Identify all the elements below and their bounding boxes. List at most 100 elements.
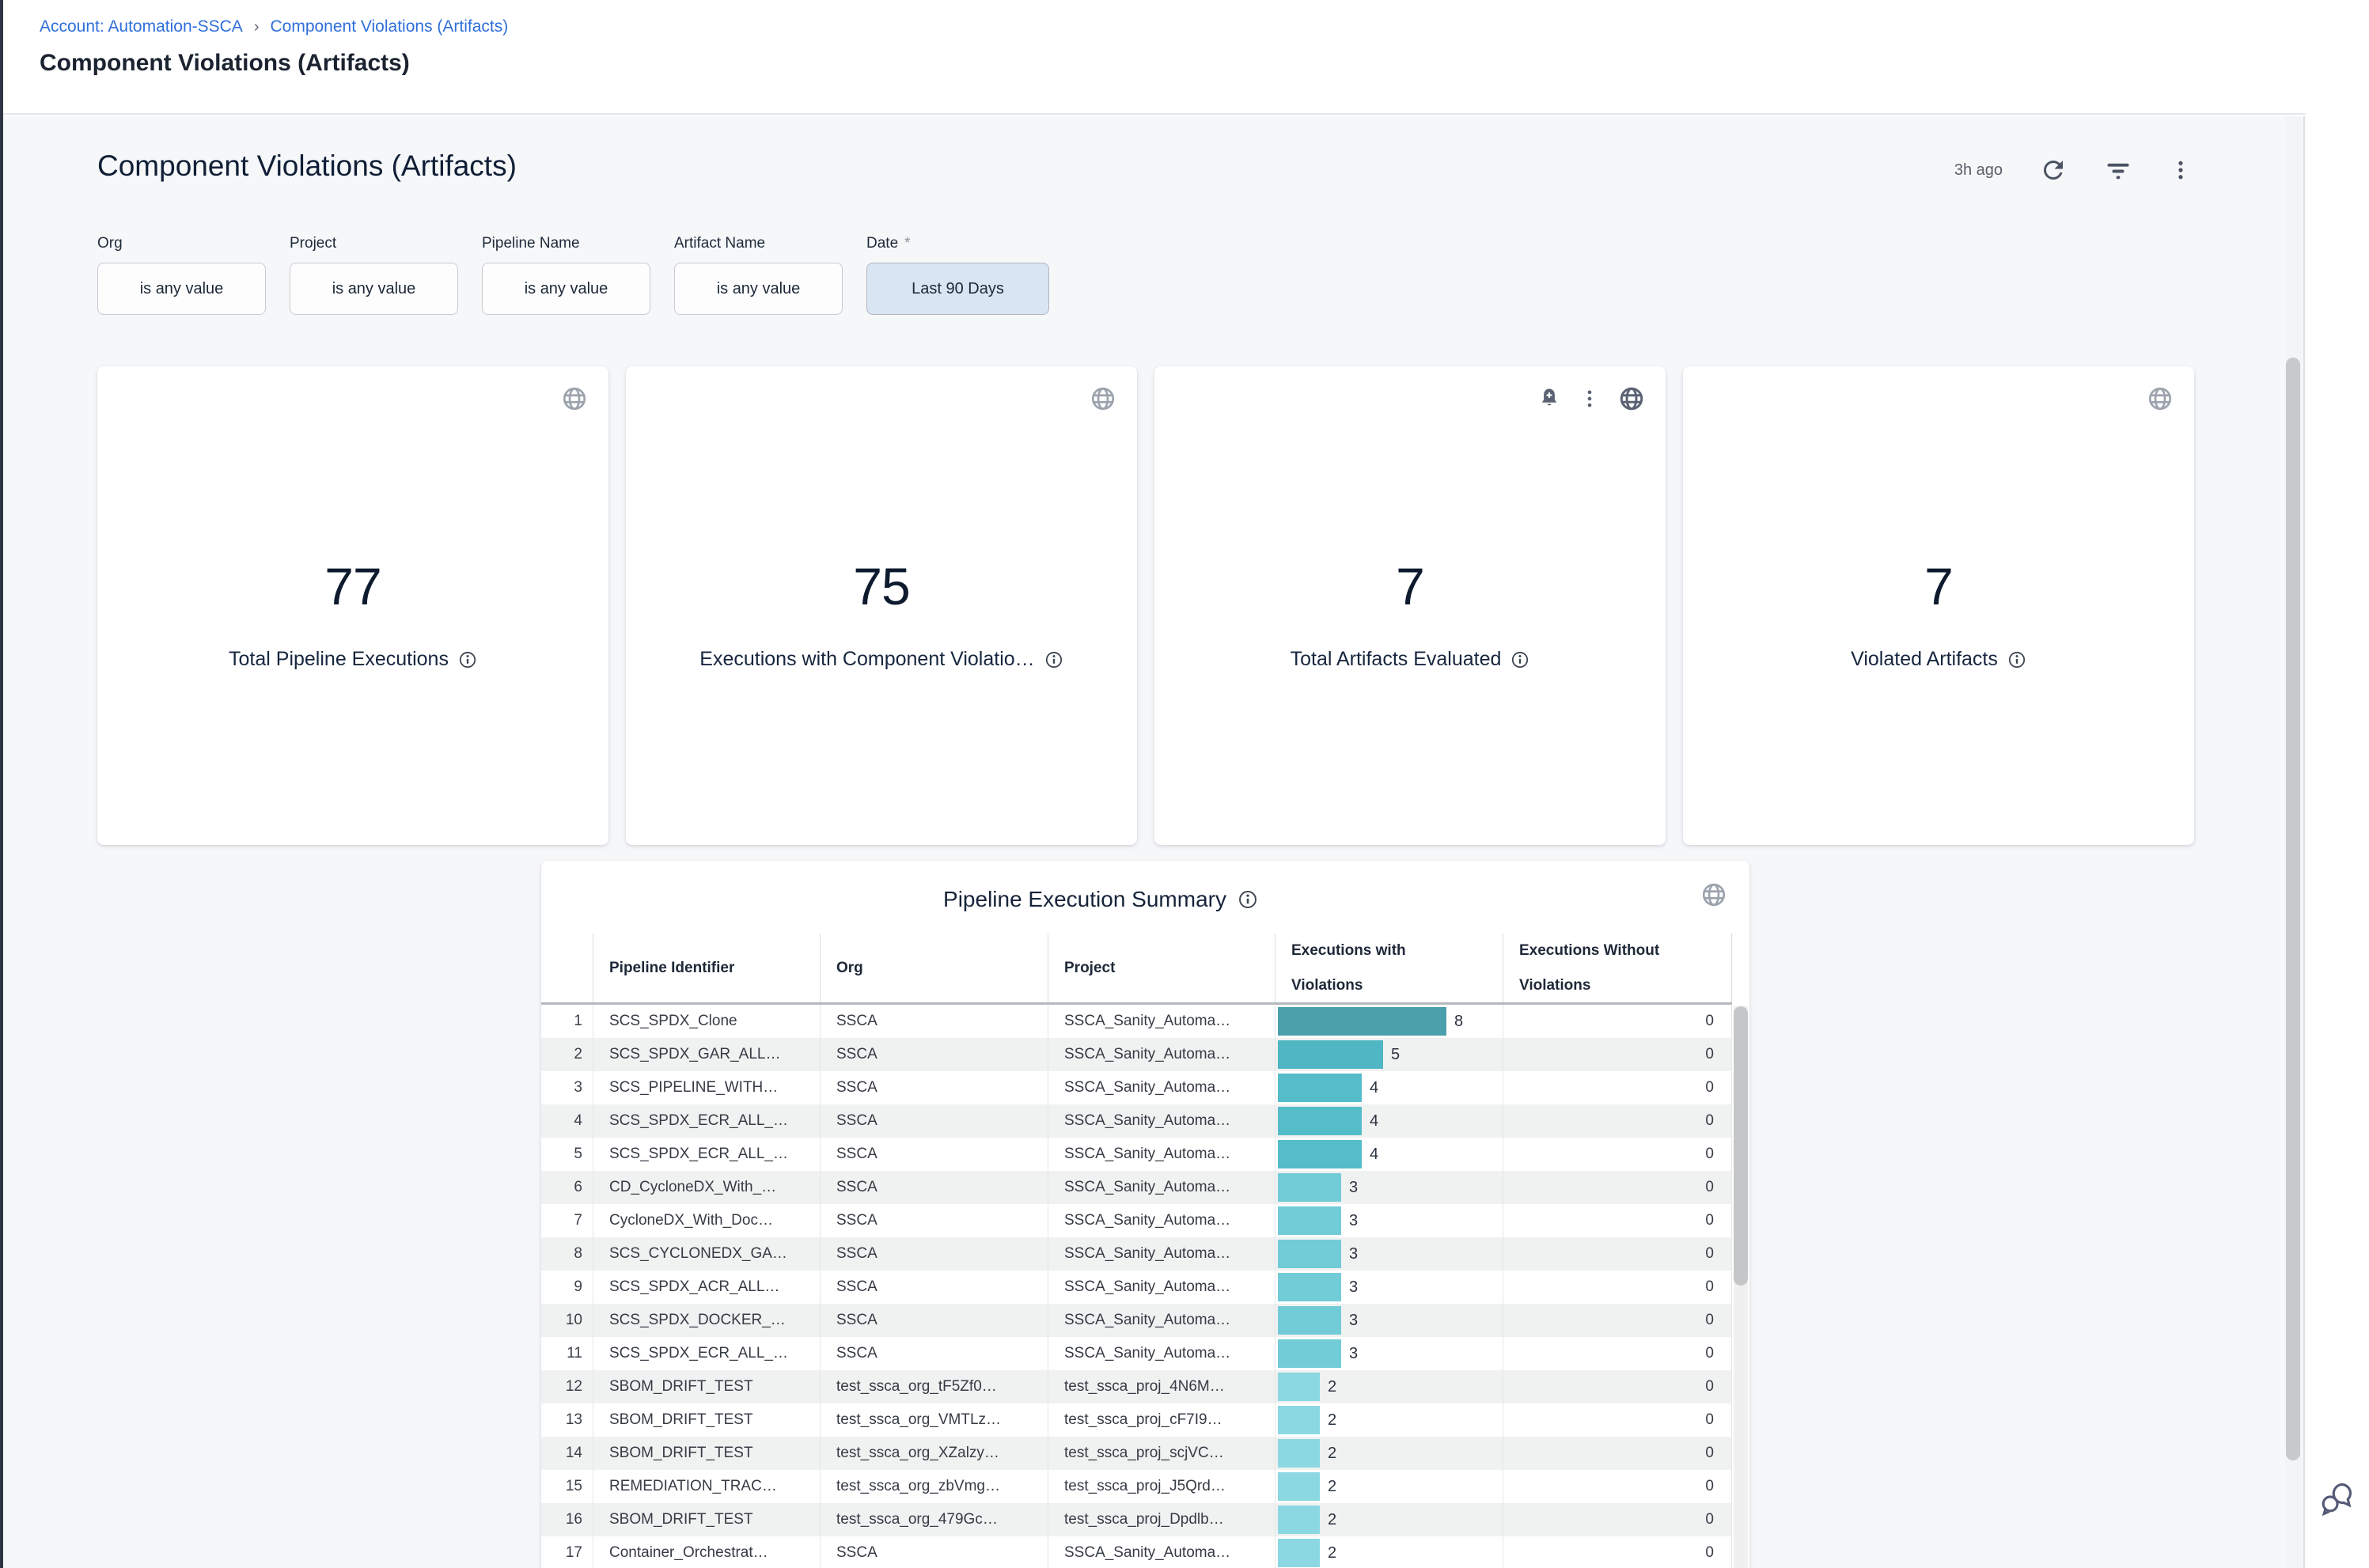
row-index: 15 [541,1470,593,1503]
column-header-executions-without-violations[interactable]: Executions Without Violations [1503,934,1732,1002]
cell-project: SSCA_Sanity_Automa… [1048,1038,1275,1071]
column-header-org[interactable]: Org [820,934,1048,1002]
cell-executions-without-violations: 0 [1503,1237,1732,1271]
filter-icon[interactable] [2104,156,2132,184]
filter-date-value-button[interactable]: Last 90 Days [866,263,1049,315]
globe-icon[interactable] [1700,881,1727,908]
required-asterisk: * [904,235,910,252]
kebab-menu-icon[interactable] [2169,158,2193,182]
violations-bar [1278,1373,1320,1401]
cell-executions-without-violations: 0 [1503,1370,1732,1403]
globe-icon[interactable] [1618,385,1645,412]
cell-org: test_ssca_org_VMTLz… [820,1403,1048,1437]
cell-org: SSCA [820,1204,1048,1237]
globe-icon[interactable] [561,385,588,412]
cell-pipeline-identifier: CD_CycloneDX_With_… [593,1171,820,1204]
table-scrollbar-thumb[interactable] [1734,1006,1748,1286]
stat-cards-row: 77 Total Pipeline Executions 75 Executio… [97,366,2194,845]
cell-pipeline-identifier: SCS_SPDX_DOCKER_… [593,1304,820,1337]
cell-pipeline-identifier: CycloneDX_With_Doc… [593,1204,820,1237]
filter-org: Org is any value [97,235,266,315]
filter-bar: Org is any value Project is any value Pi… [97,235,1049,315]
column-header-index [541,934,593,1002]
cell-executions-with-violations: 2 [1275,1370,1503,1403]
cell-executions-without-violations: 0 [1503,1204,1732,1237]
filter-pipeline-name-value-button[interactable]: is any value [482,263,650,315]
cell-executions-with-violations: 3 [1275,1271,1503,1304]
info-icon[interactable] [2007,650,2026,669]
breadcrumb-account-link[interactable]: Account: Automation-SSCA [40,17,243,36]
table-row: 11 SCS_SPDX_ECR_ALL_… SSCA SSCA_Sanity_A… [541,1337,1732,1370]
table-header-row: Pipeline Identifier Org Project Executio… [541,934,1732,1005]
cell-org: SSCA [820,1104,1048,1138]
stat-value: 75 [626,556,1137,616]
info-icon[interactable] [1044,650,1063,669]
collapsed-nav-strip [0,0,3,1568]
bell-plus-alert-icon[interactable] [1537,387,1561,411]
bar-value: 4 [1370,1138,1378,1171]
violations-bar [1278,1472,1320,1501]
page-scrollbar-thumb[interactable] [2286,358,2300,1460]
cell-org: SSCA [820,1237,1048,1271]
dashboard-title: Component Violations (Artifacts) [97,150,517,183]
filter-org-value-button[interactable]: is any value [97,263,266,315]
globe-icon[interactable] [2147,385,2174,412]
info-icon[interactable] [1510,650,1529,669]
cell-executions-with-violations: 3 [1275,1337,1503,1370]
filter-org-label: Org [97,235,123,252]
cell-pipeline-identifier: SCS_CYCLONEDX_GA… [593,1237,820,1271]
filter-date: Date* Last 90 Days [866,235,1049,315]
violations-bar [1278,1240,1341,1268]
cell-executions-with-violations: 2 [1275,1470,1503,1503]
bar-value: 3 [1349,1304,1358,1337]
cell-org: SSCA [820,1271,1048,1304]
filter-pipeline-name-label: Pipeline Name [482,235,580,252]
table-row: 15 REMEDIATION_TRAC… test_ssca_org_zbVmg… [541,1470,1732,1503]
violations-bar [1278,1539,1320,1567]
globe-icon[interactable] [1090,385,1116,412]
table-row: 6 CD_CycloneDX_With_… SSCA SSCA_Sanity_A… [541,1171,1732,1204]
cell-project: test_ssca_proj_Dpdlb… [1048,1503,1275,1536]
stat-card-violated-artifacts: 7 Violated Artifacts [1683,366,2194,845]
filter-project-label: Project [290,235,336,252]
table-row: 5 SCS_SPDX_ECR_ALL_… SSCA SSCA_Sanity_Au… [541,1138,1732,1171]
cell-org: test_ssca_org_XZalzy… [820,1437,1048,1470]
row-index: 17 [541,1536,593,1568]
filter-project-value-button[interactable]: is any value [290,263,458,315]
row-index: 2 [541,1038,593,1071]
cell-executions-without-violations: 0 [1503,1171,1732,1204]
cell-org: SSCA [820,1138,1048,1171]
row-index: 10 [541,1304,593,1337]
stat-value: 7 [1154,556,1666,616]
stat-card-total-artifacts-evaluated: 7 Total Artifacts Evaluated [1154,366,1666,845]
column-header-pipeline-identifier[interactable]: Pipeline Identifier [593,934,820,1002]
table-row: 3 SCS_PIPELINE_WITH… SSCA SSCA_Sanity_Au… [541,1071,1732,1104]
dashboard-panel: Component Violations (Artifacts) 3h ago … [3,116,2305,1568]
row-index: 12 [541,1370,593,1403]
info-icon[interactable] [458,650,477,669]
table-row: 10 SCS_SPDX_DOCKER_… SSCA SSCA_Sanity_Au… [541,1304,1732,1337]
cell-project: SSCA_Sanity_Automa… [1048,1304,1275,1337]
table-row: 16 SBOM_DRIFT_TEST test_ssca_org_479Gc… … [541,1503,1732,1536]
cell-executions-with-violations: 3 [1275,1204,1503,1237]
column-header-executions-with-violations[interactable]: Executions with Violations [1275,934,1503,1002]
chat-help-icon[interactable] [2318,1479,2355,1516]
cell-org: SSCA [820,1337,1048,1370]
stat-card-total-pipeline-executions: 77 Total Pipeline Executions [97,366,608,845]
cell-executions-with-violations: 2 [1275,1503,1503,1536]
refresh-icon[interactable] [2039,156,2068,184]
cell-pipeline-identifier: SBOM_DRIFT_TEST [593,1437,820,1470]
cell-pipeline-identifier: SBOM_DRIFT_TEST [593,1503,820,1536]
info-icon[interactable] [1238,889,1258,910]
kebab-menu-icon[interactable] [1579,388,1601,410]
violations-bar [1278,1040,1383,1069]
column-header-project[interactable]: Project [1048,934,1275,1002]
breadcrumb-current-link[interactable]: Component Violations (Artifacts) [270,17,508,36]
cell-org: SSCA [820,1005,1048,1038]
cell-org: SSCA [820,1304,1048,1337]
cell-executions-without-violations: 0 [1503,1304,1732,1337]
filter-project: Project is any value [290,235,458,315]
row-index: 9 [541,1271,593,1304]
filter-artifact-name-value-button[interactable]: is any value [674,263,843,315]
stat-value: 7 [1683,556,2194,616]
